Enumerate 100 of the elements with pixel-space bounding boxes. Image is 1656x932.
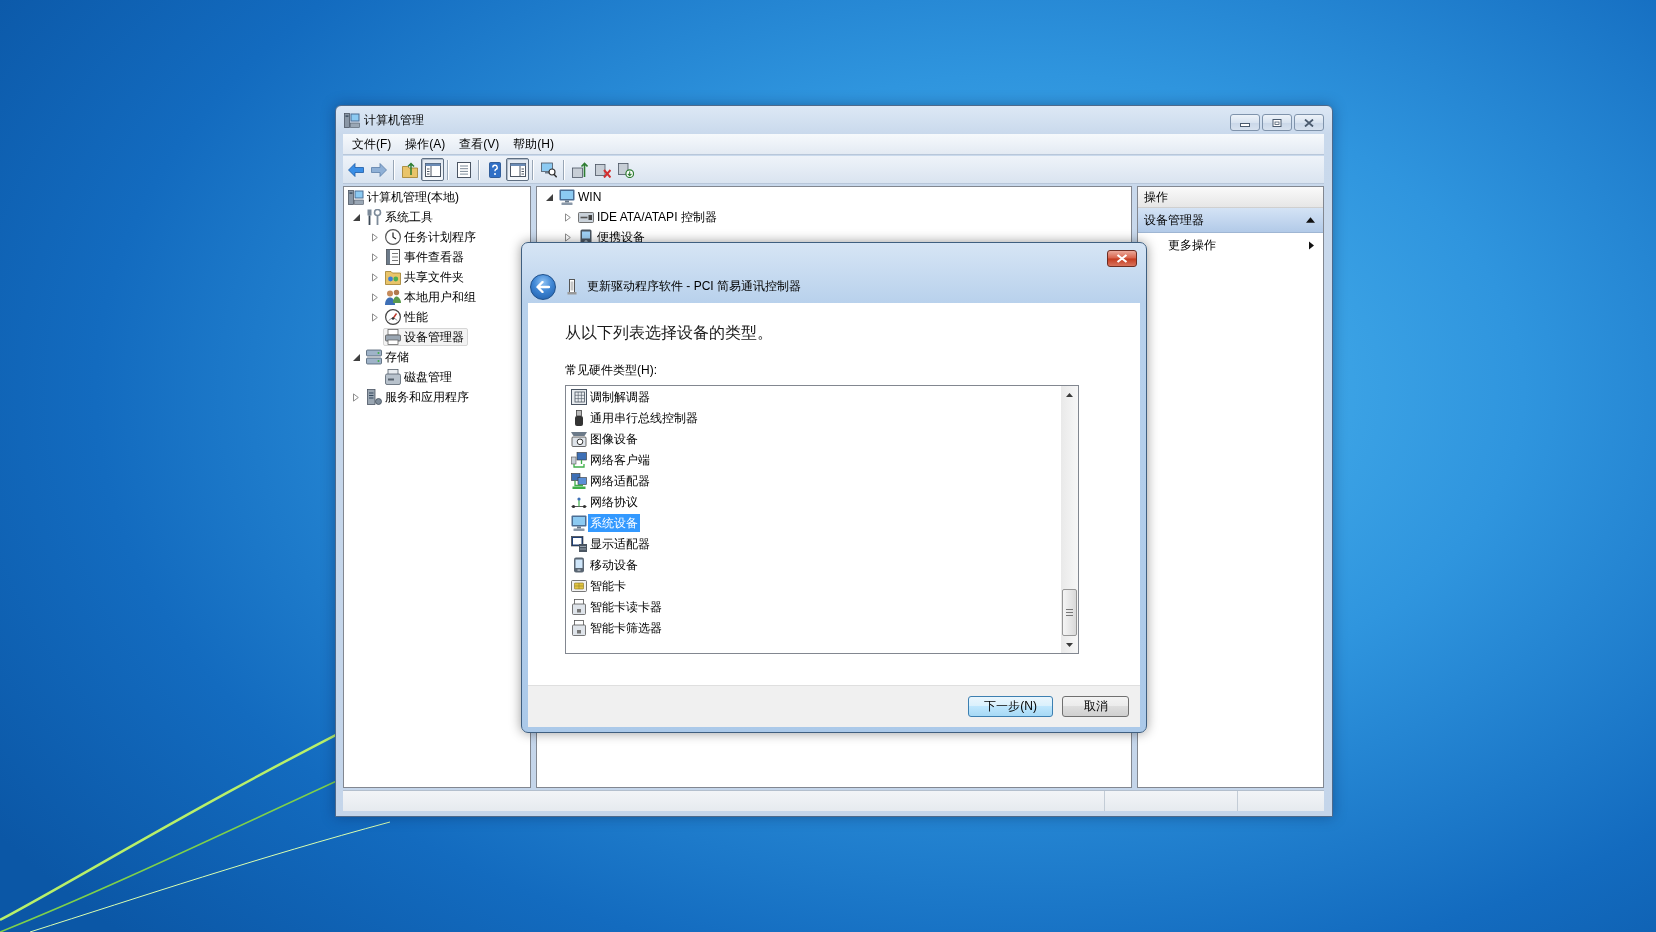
minimize-button[interactable] bbox=[1230, 114, 1260, 131]
collapsed-arrow-icon[interactable] bbox=[372, 232, 378, 242]
monitor-card-icon bbox=[571, 535, 587, 552]
dialog-button[interactable]: 取消 bbox=[1062, 696, 1129, 717]
list-item[interactable]: 网络协议 bbox=[588, 492, 640, 511]
tree-item[interactable]: 任务计划程序 bbox=[383, 228, 480, 246]
action-item[interactable]: 更多操作 bbox=[1138, 233, 1323, 257]
expanded-arrow-icon[interactable] bbox=[352, 213, 360, 221]
collapsed-arrow-icon[interactable] bbox=[372, 272, 378, 282]
disk-drive-icon bbox=[385, 369, 401, 385]
server-icon bbox=[366, 389, 382, 405]
shared-folder-icon bbox=[385, 269, 401, 285]
close-icon bbox=[1116, 254, 1128, 263]
list-label: 常见硬件类型(H): bbox=[565, 362, 657, 378]
window-panes-icon bbox=[509, 161, 526, 178]
tree-item[interactable]: 计算机管理(本地) bbox=[346, 188, 463, 206]
pane-header: 操作 bbox=[1138, 187, 1323, 208]
collapsed-arrow-icon[interactable] bbox=[372, 252, 378, 262]
forward-arrow-icon bbox=[370, 161, 387, 178]
expanded-arrow-icon[interactable] bbox=[545, 193, 553, 201]
scroll-thumb[interactable] bbox=[1062, 589, 1077, 636]
list-item[interactable]: 智能卡 bbox=[588, 576, 628, 595]
tree-item[interactable]: 事件查看器 bbox=[383, 248, 468, 266]
list-item[interactable]: 网络客户端 bbox=[588, 450, 652, 469]
computer-icon bbox=[559, 189, 575, 205]
close-button[interactable] bbox=[1294, 114, 1324, 131]
gauge-icon bbox=[385, 309, 401, 325]
dialog-heading: 从以下列表选择设备的类型。 bbox=[565, 323, 773, 343]
collapsed-arrow-icon[interactable] bbox=[372, 292, 378, 302]
dialog-title: 更新驱动程序软件 - PCI 简易通讯控制器 bbox=[587, 278, 801, 295]
smart-card-icon bbox=[571, 577, 587, 594]
clock-icon bbox=[385, 229, 401, 245]
notebook-icon bbox=[385, 249, 401, 265]
toolbar-button[interactable] bbox=[506, 158, 529, 181]
tree-item[interactable]: 系统工具 bbox=[364, 208, 437, 226]
collapsed-arrow-icon[interactable] bbox=[565, 212, 571, 222]
computer-icon bbox=[571, 514, 587, 531]
computer-tower-icon bbox=[348, 189, 364, 205]
window-panes-icon bbox=[424, 161, 441, 178]
list-item[interactable]: 图像设备 bbox=[588, 429, 640, 448]
maximize-icon bbox=[1272, 118, 1282, 127]
back-arrow-icon bbox=[347, 161, 364, 178]
scrollbar[interactable] bbox=[1061, 386, 1078, 653]
toolbar-button[interactable] bbox=[421, 158, 444, 181]
menu-item[interactable]: 帮助(H) bbox=[506, 134, 561, 154]
tree-item[interactable]: 性能 bbox=[383, 308, 432, 326]
hardware-list[interactable]: 调制解调器 通用串行总线控制器 图像设备 网络客户端 网络适配器 网络协议 系统设备 显示适配器 移动设备 智能卡 智能卡读卡器 智能卡筛选器 bbox=[565, 385, 1079, 654]
up-arrow-icon bbox=[1066, 392, 1073, 397]
expanded-arrow-icon[interactable] bbox=[352, 353, 360, 361]
menu-item[interactable]: 操作(A) bbox=[398, 134, 453, 154]
folder-up-arrow-icon bbox=[401, 161, 418, 178]
tree-item[interactable]: 共享文件夹 bbox=[383, 268, 468, 286]
drive-stack-icon bbox=[366, 349, 382, 365]
close-icon bbox=[1304, 118, 1314, 127]
card-reader-icon bbox=[571, 619, 587, 636]
tree-item[interactable]: 设备管理器 bbox=[383, 328, 468, 346]
users-icon bbox=[385, 289, 401, 305]
list-item[interactable]: 网络适配器 bbox=[588, 471, 652, 490]
computer-tower-icon bbox=[344, 112, 360, 128]
tree-item[interactable]: 磁盘管理 bbox=[383, 368, 456, 386]
collapsed-arrow-icon[interactable] bbox=[353, 392, 359, 402]
list-item[interactable]: 智能卡读卡器 bbox=[588, 597, 664, 616]
drive-controller-icon bbox=[578, 209, 594, 225]
printer-icon bbox=[385, 329, 401, 345]
back-button[interactable] bbox=[530, 273, 556, 300]
device-card-icon bbox=[567, 278, 577, 295]
close-button[interactable] bbox=[1107, 250, 1137, 267]
collapsed-arrow-icon[interactable] bbox=[372, 312, 378, 322]
tree-item[interactable]: 服务和应用程序 bbox=[364, 388, 473, 406]
camera-icon bbox=[571, 430, 587, 447]
network-computer-icon bbox=[571, 451, 587, 468]
tools-icon bbox=[366, 209, 382, 225]
document-icon bbox=[455, 161, 472, 178]
tree-item[interactable]: WIN bbox=[557, 188, 606, 206]
device-up-arrow-icon bbox=[571, 161, 588, 178]
card-reader-icon bbox=[571, 598, 587, 615]
tree-item[interactable]: 本地用户和组 bbox=[383, 288, 480, 306]
menu-item[interactable]: 查看(V) bbox=[452, 134, 507, 154]
list-item[interactable]: 通用串行总线控制器 bbox=[588, 408, 700, 427]
network-computers-icon bbox=[571, 472, 587, 489]
device-x-icon bbox=[594, 161, 611, 178]
phone-icon bbox=[571, 556, 587, 573]
maximize-button[interactable] bbox=[1262, 114, 1292, 131]
back-arrow-icon bbox=[536, 280, 550, 293]
list-item[interactable]: 移动设备 bbox=[588, 555, 640, 574]
tree-item[interactable]: IDE ATA/ATAPI 控制器 bbox=[576, 208, 721, 226]
collapsed-arrow-icon[interactable] bbox=[565, 232, 571, 242]
device-down-arrow-icon bbox=[617, 161, 634, 178]
keypad-icon bbox=[571, 388, 587, 405]
tree-item[interactable]: 存储 bbox=[364, 348, 413, 366]
dialog-button[interactable]: 下一步(N) bbox=[968, 696, 1053, 717]
window-title: 计算机管理 bbox=[364, 111, 424, 129]
down-arrow-icon bbox=[1066, 642, 1073, 647]
help-icon bbox=[486, 161, 503, 178]
monitor-magnifier-icon bbox=[540, 161, 557, 178]
section-header[interactable]: 设备管理器 bbox=[1138, 208, 1323, 233]
list-item[interactable]: 显示适配器 bbox=[588, 534, 652, 553]
list-item[interactable]: 智能卡筛选器 bbox=[588, 618, 664, 637]
menu-item[interactable]: 文件(F) bbox=[345, 134, 399, 154]
list-item[interactable]: 调制解调器 bbox=[588, 387, 652, 406]
